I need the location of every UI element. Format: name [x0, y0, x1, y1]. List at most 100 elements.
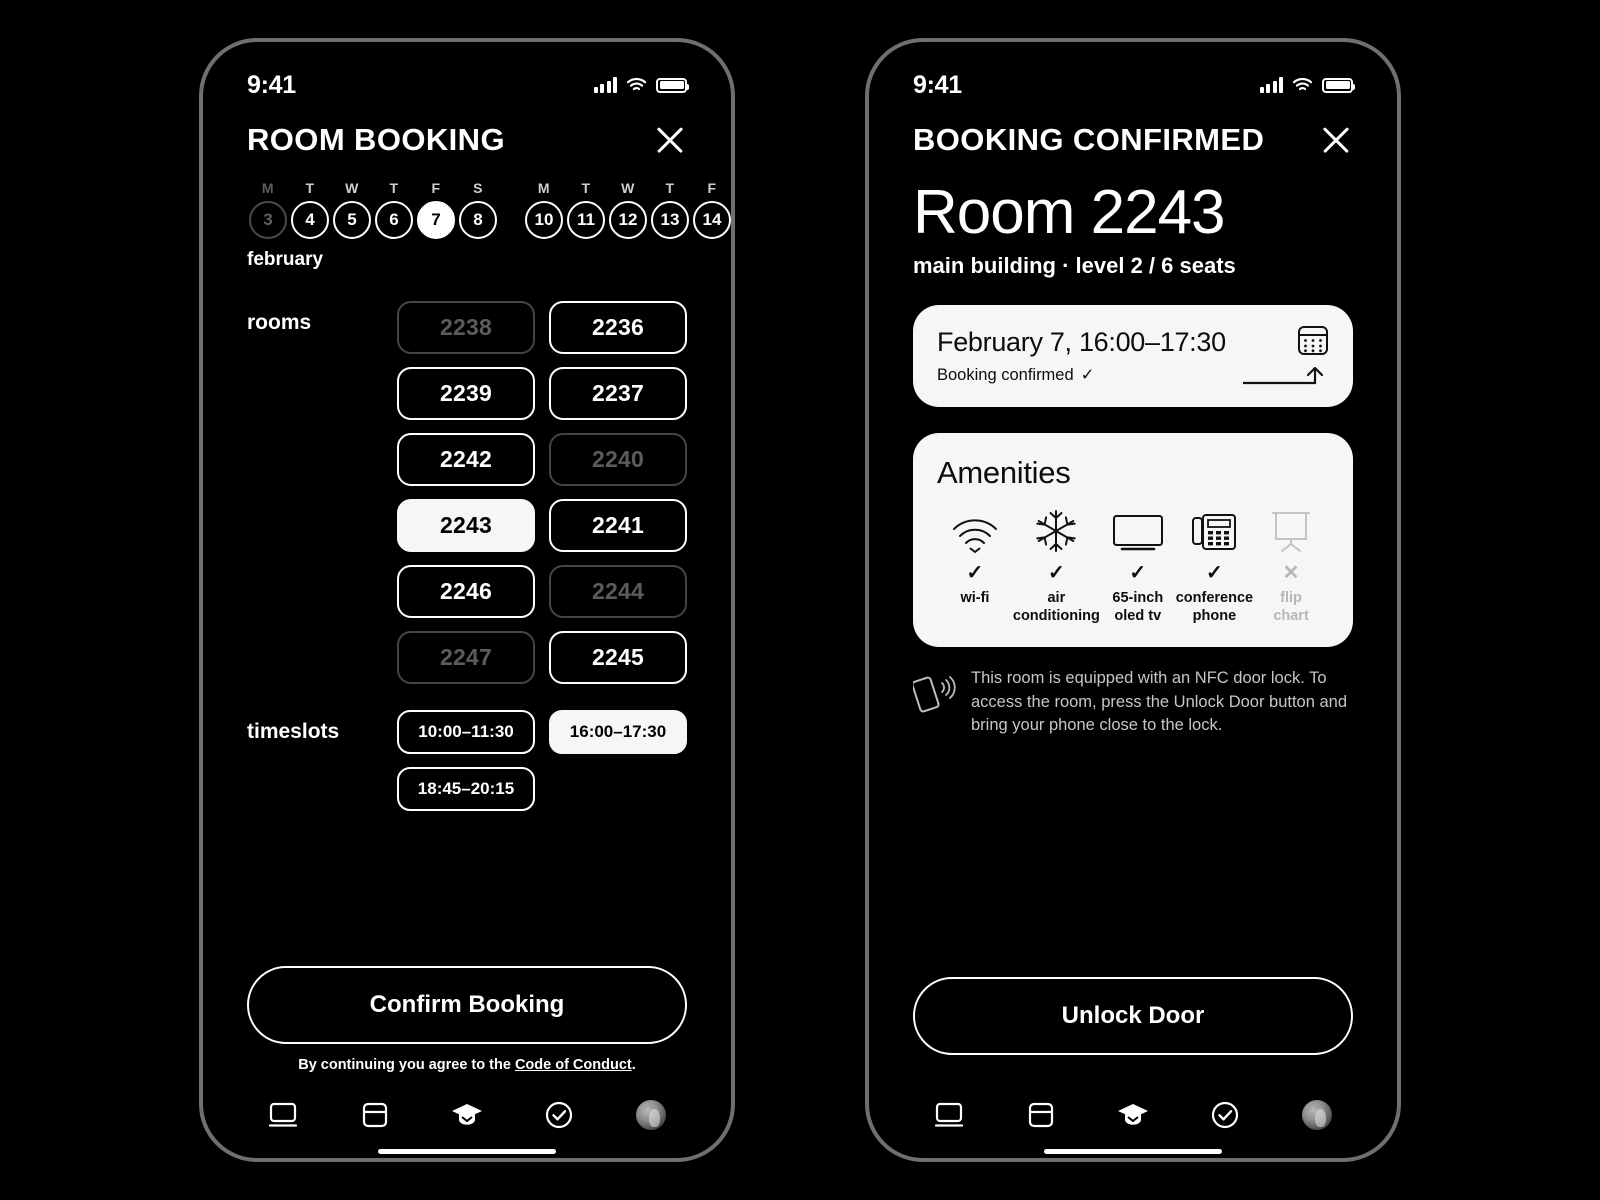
timeslot-chip[interactable]: 18:45–20:15	[397, 767, 535, 811]
legal-text: By continuing you agree to the Code of C…	[247, 1057, 687, 1073]
bottom-nav	[247, 1073, 687, 1135]
status-bar: 9:41	[247, 42, 689, 106]
nav-item-check-circle[interactable]	[1203, 1095, 1247, 1135]
room-chip[interactable]: 2242	[397, 433, 535, 486]
calendar-day[interactable]: W 5	[331, 180, 373, 239]
calendar-day[interactable]: T 4	[289, 180, 331, 239]
confirm-booking-button[interactable]: Confirm Booking	[247, 966, 687, 1044]
calendar-day[interactable]: T 6	[373, 180, 415, 239]
calendar-daynum: 6	[375, 201, 413, 239]
calendar-day[interactable]: T 13	[649, 180, 691, 239]
close-icon[interactable]	[653, 123, 687, 157]
calendar-day[interactable]: M 3	[247, 180, 289, 239]
room-chip[interactable]: 2246	[397, 565, 535, 618]
television-icon	[1112, 515, 1163, 551]
amenity-conference-phone: ✓ conference phone	[1176, 509, 1253, 625]
amenity-mark: ✓	[966, 562, 984, 585]
legal-prefix: By continuing you agree to the	[298, 1057, 515, 1073]
nfc-icon-wrap	[911, 667, 957, 718]
room-chip[interactable]: 2239	[397, 367, 535, 420]
calendar-dow: S	[473, 180, 483, 196]
calendar-daynum: 3	[249, 201, 287, 239]
window-panel-icon	[1028, 1102, 1054, 1128]
unlock-door-button[interactable]: Unlock Door	[913, 977, 1353, 1055]
room-chip[interactable]: 2236	[549, 301, 687, 354]
calendar-day[interactable]: W 12	[607, 180, 649, 239]
calendar-daynum: 7	[417, 201, 455, 239]
calendar-day-selected[interactable]: F 7	[415, 180, 457, 239]
nav-item-graduation-cap[interactable]	[445, 1095, 489, 1135]
nav-item-monitor[interactable]	[927, 1095, 971, 1135]
amenity-television: ✓ 65-inch oled tv	[1100, 509, 1176, 625]
wifi-icon	[626, 78, 647, 91]
cellular-bars-icon	[593, 77, 617, 93]
calendar-day[interactable]: T 11	[565, 180, 607, 239]
calendar-daynum: 5	[333, 201, 371, 239]
timeslots-section: timeslots 10:00–11:30 16:00–17:30 18:45–…	[247, 710, 687, 811]
calendar-day[interactable]: M 10	[523, 180, 565, 239]
timeslots-label: timeslots	[247, 720, 340, 743]
calendar-icon	[1298, 326, 1328, 356]
rooms-grid: 2238 2239 2242 2243 2246 2247 2236 2237 …	[397, 301, 687, 684]
amenity-icon-wrap	[937, 509, 1013, 554]
nav-item-window-panel[interactable]	[1019, 1095, 1063, 1135]
avatar	[636, 1100, 666, 1130]
wifi-icon	[1292, 78, 1313, 91]
amenity-icon-wrap	[1013, 509, 1100, 553]
check-mark-icon: ✓	[1080, 366, 1095, 385]
room-chip[interactable]: 2245	[549, 631, 687, 684]
arrow-up-export-icon	[1243, 366, 1324, 385]
amenity-label: wi-fi	[960, 590, 990, 607]
booking-footer: Confirm Booking By continuing you agree …	[247, 966, 687, 1158]
calendar-strip: M 3 T 4 W 5 T 6 F 7 S 8 M 10 T 11 W 12 T…	[247, 180, 731, 271]
flip-chart-icon	[1272, 512, 1311, 553]
status-icons	[593, 77, 689, 93]
room-chip: 2240	[549, 433, 687, 486]
booking-summary-card[interactable]: February 7, 16:00–17:30 Booking confirme…	[913, 305, 1353, 408]
calendar-day[interactable]: F 14	[691, 180, 731, 239]
calendar-dow: W	[621, 180, 635, 196]
amenity-icon-wrap	[1176, 509, 1253, 553]
nav-item-check-circle[interactable]	[537, 1095, 581, 1135]
timeslot-chip-selected[interactable]: 16:00–17:30	[549, 710, 687, 754]
monitor-icon	[934, 1102, 964, 1127]
nfc-note-text: This room is equipped with an NFC door l…	[971, 669, 1348, 735]
amenity-wifi: ✓ wi-fi	[937, 509, 1013, 625]
page-title: BOOKING CONFIRMED	[913, 122, 1265, 157]
calendar-dow: T	[581, 180, 591, 196]
close-icon[interactable]	[1319, 123, 1353, 157]
bottom-nav	[913, 1055, 1353, 1135]
room-chip-selected[interactable]: 2243	[397, 499, 535, 552]
calendar-day[interactable]: S 8	[457, 180, 499, 239]
nav-item-monitor[interactable]	[261, 1095, 305, 1135]
amenity-mark: ✓	[1206, 562, 1223, 585]
rooms-section: rooms 2238 2239 2242 2243 2246 2247 2236…	[247, 301, 687, 684]
phone-booking-confirmed: 9:41 BOOKING CONFIRMED Room 2243 main bu…	[865, 38, 1401, 1162]
wifi-icon	[952, 519, 997, 554]
app-header: BOOKING CONFIRMED	[913, 122, 1353, 158]
amenities-list: ✓ wi-fi ✓ air conditioning ✓ 65-inch ole…	[937, 509, 1329, 625]
nav-item-avatar[interactable]	[1295, 1095, 1339, 1135]
room-chip[interactable]: 2241	[549, 499, 687, 552]
nav-item-avatar[interactable]	[629, 1095, 673, 1135]
screen-booking-confirmed: 9:41 BOOKING CONFIRMED Room 2243 main bu…	[869, 42, 1397, 1158]
nav-item-graduation-cap[interactable]	[1111, 1095, 1155, 1135]
room-chip: 2238	[397, 301, 535, 354]
timeslot-chip[interactable]: 10:00–11:30	[397, 710, 535, 754]
rooms-column-left: 2238 2239 2242 2243 2246 2247	[397, 301, 535, 684]
room-chip[interactable]: 2237	[549, 367, 687, 420]
calendar-dow: M	[261, 180, 275, 196]
calendar-days: M 3 T 4 W 5 T 6 F 7 S 8 M 10 T 11 W 12 T…	[247, 180, 731, 239]
calendar-dow: W	[345, 180, 359, 196]
nav-item-window-panel[interactable]	[353, 1095, 397, 1135]
status-time: 9:41	[247, 70, 296, 99]
calendar-daynum: 10	[525, 201, 563, 239]
timeslots-list: 10:00–11:30 16:00–17:30 18:45–20:15	[397, 710, 687, 811]
graduation-cap-icon	[452, 1104, 482, 1125]
status-icons	[1259, 77, 1355, 93]
window-panel-icon	[362, 1102, 388, 1128]
calendar-dow: T	[389, 180, 399, 196]
screenshot-canvas: 9:41 ROOM BOOKING M 3 T 4 W 5 T 6 F 7 S …	[0, 0, 1600, 1200]
calendar-daynum: 12	[609, 201, 647, 239]
code-of-conduct-link[interactable]: Code of Conduct	[515, 1057, 632, 1073]
